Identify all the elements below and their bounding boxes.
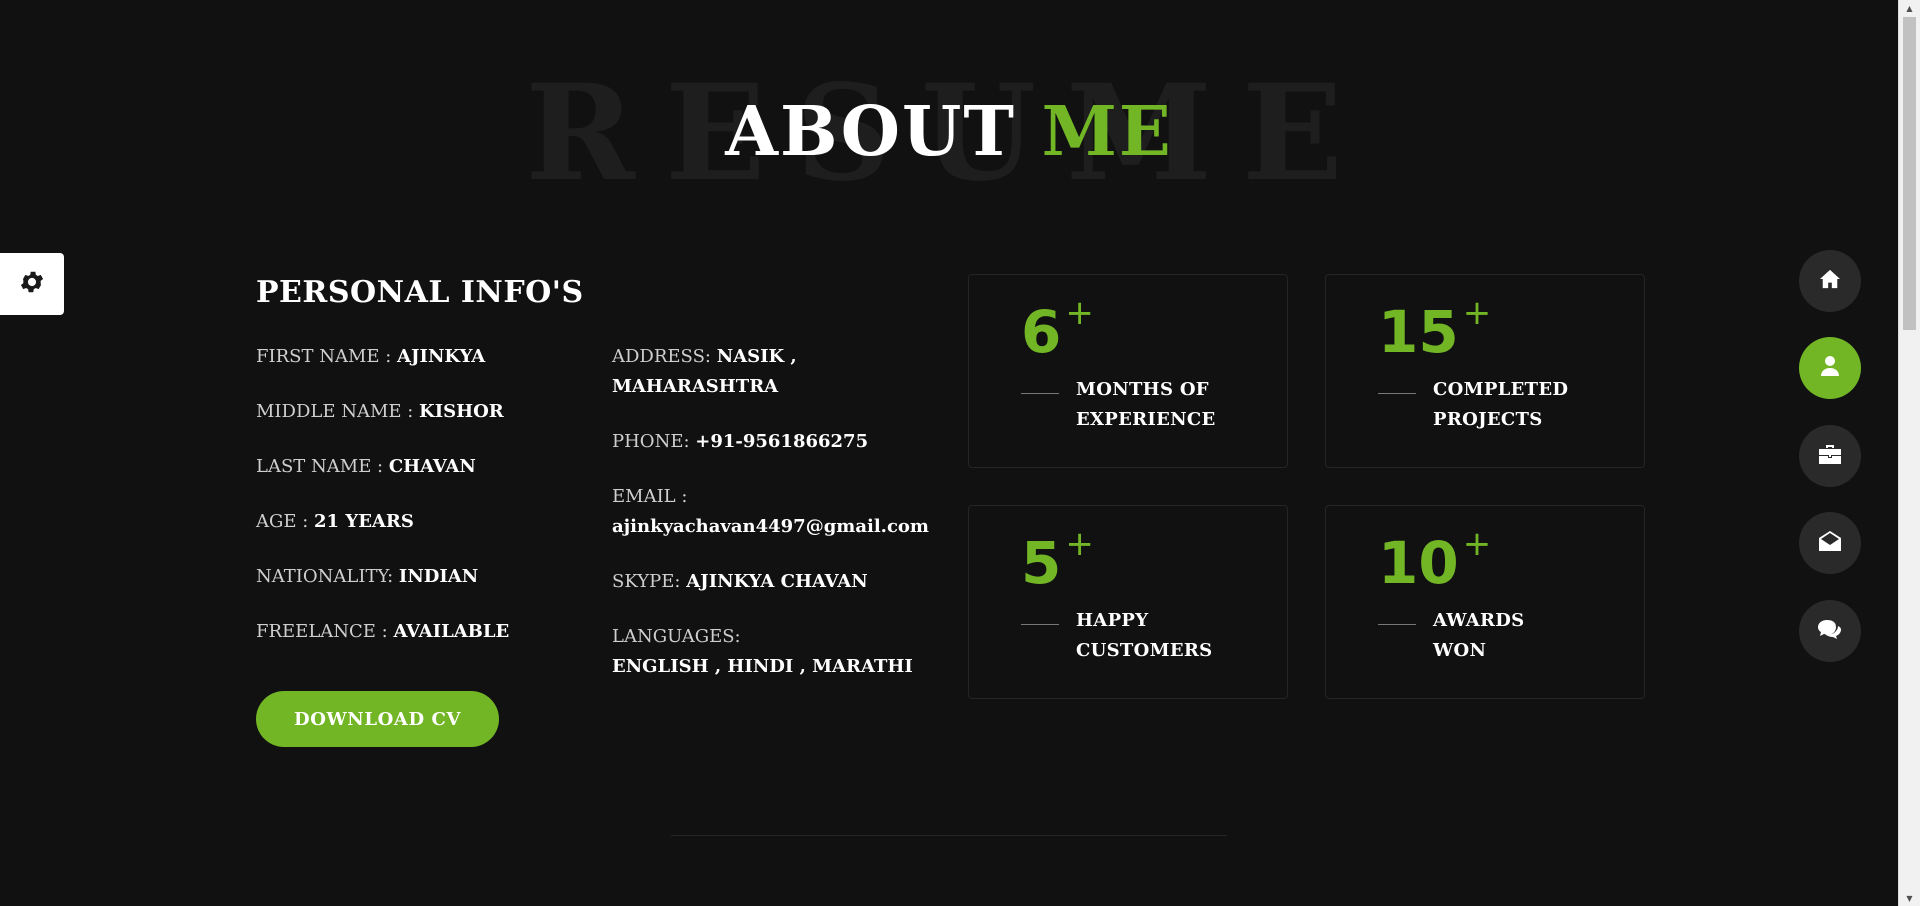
- stat-number: 15 +: [1378, 294, 1491, 366]
- settings-toggle-button[interactable]: [0, 253, 64, 315]
- nav-contact-button[interactable]: [1799, 512, 1861, 574]
- stat-divider-line: [1021, 393, 1059, 394]
- stat-suffix: +: [1065, 523, 1094, 564]
- info-value: KISHOR: [419, 401, 504, 422]
- stat-card-customers: 5 + HAPPY CUSTOMERS: [968, 505, 1288, 699]
- info-value: AVAILABLE: [393, 621, 510, 642]
- info-row-email: EMAIL : ajinkyachavan4497@gmail.com: [612, 482, 952, 542]
- stat-label: HAPPY CUSTOMERS: [1076, 606, 1276, 666]
- page: RESUME ABOUT ME PERSONAL INFO'S FIRST NA…: [0, 0, 1920, 906]
- info-label: MIDDLE NAME :: [256, 401, 420, 422]
- title-accent: ME: [1041, 92, 1173, 172]
- info-value: ENGLISH , HINDI , MARATHI: [612, 656, 913, 677]
- stat-label-line1: AWARDS: [1433, 610, 1525, 631]
- info-value: 21 YEARS: [314, 511, 414, 532]
- stat-label: MONTHS OF EXPERIENCE: [1076, 375, 1276, 435]
- envelope-open-icon: [1818, 530, 1842, 556]
- info-label: FIRST NAME :: [256, 346, 398, 367]
- info-row-phone: PHONE: +91-9561866275: [612, 427, 952, 457]
- stat-suffix: +: [1065, 292, 1094, 333]
- info-value: +91-9561866275: [695, 431, 869, 452]
- nav-home-button[interactable]: [1799, 250, 1861, 312]
- email-link[interactable]: ajinkyachavan4497@gmail.com: [612, 516, 929, 537]
- scrollbar-thumb[interactable]: [1903, 17, 1916, 330]
- stat-number: 5 +: [1021, 525, 1094, 597]
- title-main: ABOUT: [725, 92, 1016, 172]
- info-value: CHAVAN: [388, 456, 476, 477]
- stat-divider-line: [1378, 393, 1416, 394]
- stat-value: 15: [1378, 298, 1459, 366]
- info-label: PHONE:: [612, 431, 696, 452]
- stat-card-experience: 6 + MONTHS OF EXPERIENCE: [968, 274, 1288, 468]
- section-divider: [671, 835, 1227, 836]
- chat-icon: [1817, 618, 1843, 644]
- stat-label-line1: COMPLETED: [1433, 379, 1569, 400]
- stat-label-line1: MONTHS OF: [1076, 379, 1209, 400]
- nav-about-button[interactable]: [1799, 337, 1861, 399]
- info-label: FREELANCE :: [256, 621, 394, 642]
- download-cv-button[interactable]: DOWNLOAD CV: [256, 691, 499, 747]
- scroll-up-arrow-icon[interactable]: ▲: [1899, 0, 1920, 16]
- info-row-middle-name: MIDDLE NAME : KISHOR: [256, 397, 596, 427]
- info-row-freelance: FREELANCE : AVAILABLE: [256, 617, 596, 647]
- info-label: EMAIL :: [612, 486, 688, 507]
- stat-divider-line: [1378, 624, 1416, 625]
- personal-info-title: PERSONAL INFO'S: [256, 275, 584, 310]
- briefcase-icon: [1818, 443, 1842, 469]
- info-row-last-name: LAST NAME : CHAVAN: [256, 452, 596, 482]
- info-row-address: ADDRESS: NASIK , MAHARASHTRA: [612, 342, 952, 402]
- info-label: SKYPE:: [612, 571, 687, 592]
- stat-value: 6: [1021, 298, 1062, 366]
- stat-divider-line: [1021, 624, 1059, 625]
- info-label: NATIONALITY:: [256, 566, 399, 587]
- gear-icon: [18, 268, 46, 300]
- stat-label-line2: CUSTOMERS: [1076, 640, 1213, 661]
- vertical-scrollbar[interactable]: ▲ ▼: [1898, 0, 1920, 906]
- info-label: LAST NAME :: [256, 456, 389, 477]
- personal-info-left-column: FIRST NAME : AJINKYA MIDDLE NAME : KISHO…: [256, 342, 596, 672]
- stat-label: COMPLETED PROJECTS: [1433, 375, 1633, 435]
- scroll-down-arrow-icon[interactable]: ▼: [1899, 890, 1920, 906]
- page-title: ABOUT ME: [0, 60, 1898, 166]
- info-row-languages: LANGUAGES: ENGLISH , HINDI , MARATHI: [612, 622, 952, 682]
- nav-portfolio-button[interactable]: [1799, 425, 1861, 487]
- stat-card-projects: 15 + COMPLETED PROJECTS: [1325, 274, 1645, 468]
- info-value: INDIAN: [398, 566, 479, 587]
- stat-number: 6 +: [1021, 294, 1094, 366]
- info-label: LANGUAGES:: [612, 626, 741, 647]
- stat-label-line1: HAPPY: [1076, 610, 1149, 631]
- stat-suffix: +: [1462, 523, 1492, 564]
- section-heading: RESUME ABOUT ME: [0, 60, 1898, 200]
- info-value: AJINKYA CHAVAN: [686, 571, 868, 592]
- info-row-nationality: NATIONALITY: INDIAN: [256, 562, 596, 592]
- stat-value: 10: [1378, 529, 1459, 597]
- info-value: AJINKYA: [397, 346, 486, 367]
- info-label: ADDRESS:: [612, 346, 717, 367]
- info-row-age: AGE : 21 YEARS: [256, 507, 596, 537]
- info-row-skype: SKYPE: AJINKYA CHAVAN: [612, 567, 952, 597]
- stat-label-line2: WON: [1433, 640, 1487, 661]
- stat-card-awards: 10 + AWARDS WON: [1325, 505, 1645, 699]
- stat-label-line2: PROJECTS: [1433, 409, 1543, 430]
- home-icon: [1819, 269, 1841, 293]
- stat-suffix: +: [1462, 292, 1492, 333]
- nav-blog-button[interactable]: [1799, 600, 1861, 662]
- info-row-first-name: FIRST NAME : AJINKYA: [256, 342, 596, 372]
- personal-info-right-column: ADDRESS: NASIK , MAHARASHTRA PHONE: +91-…: [612, 342, 952, 707]
- info-label: AGE :: [256, 511, 315, 532]
- user-icon: [1821, 355, 1839, 381]
- stat-label: AWARDS WON: [1433, 606, 1633, 666]
- stat-number: 10 +: [1378, 525, 1491, 597]
- stat-value: 5: [1021, 529, 1062, 597]
- stat-label-line2: EXPERIENCE: [1076, 409, 1216, 430]
